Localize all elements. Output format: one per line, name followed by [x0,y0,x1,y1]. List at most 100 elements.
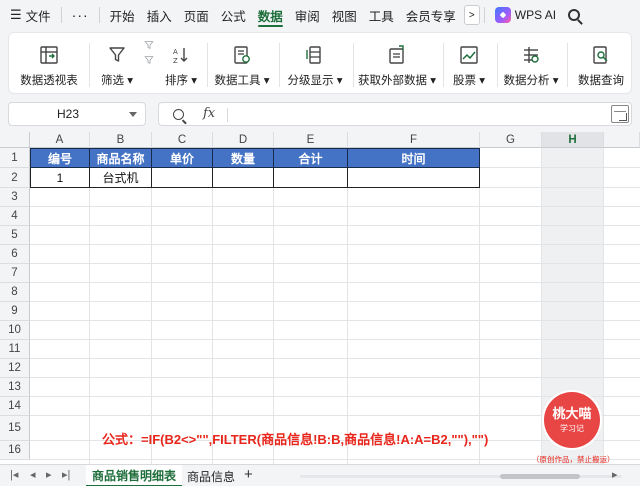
grid-line [30,282,640,283]
column-header-extra[interactable] [604,132,640,148]
sheet-tab-product-info[interactable]: 商品信息 [182,465,240,486]
expand-formula-icon[interactable] [611,105,629,123]
menu-hamburger-icon[interactable]: ☰ [0,0,24,30]
menu-tab-page[interactable]: 页面 [178,0,215,30]
scroll-right-icon[interactable]: ▸ [612,468,618,481]
cell-e2[interactable] [274,168,348,188]
prev-sheet-icon[interactable]: ◂ [30,468,36,481]
column-header-c[interactable]: C [152,132,213,148]
name-box[interactable]: H23 [8,102,146,126]
cell-a2[interactable]: 1 [30,168,90,188]
cell-f2[interactable] [348,168,480,188]
row-header-4[interactable]: 4 [0,207,30,226]
ribbon-separator [207,43,208,87]
last-sheet-icon[interactable]: ▸| [62,468,70,481]
cell-b2[interactable]: 台式机 [90,168,152,188]
row-header-15[interactable]: 15 [0,416,30,441]
menu-more[interactable]: ··· [66,0,95,30]
row-header-9[interactable]: 9 [0,302,30,321]
ribbon-separator [279,43,280,87]
menu-bar: ☰ 文件 ··· 开始 插入 页面 公式 数据 审阅 视图 工具 会员专享 > … [0,0,640,30]
menu-tab-view[interactable]: 视图 [326,0,363,30]
menu-tab-insert[interactable]: 插入 [141,0,178,30]
row-header-13[interactable]: 13 [0,378,30,397]
row-header-11[interactable]: 11 [0,340,30,359]
zoom-search-icon[interactable] [173,109,184,120]
sort-button[interactable]: AZ 排序 ▾ [161,33,201,95]
column-header-h[interactable]: H [542,132,604,148]
grid-line [273,148,274,464]
grid-line [480,167,640,168]
column-header-g[interactable]: G [480,132,542,148]
row-header-1[interactable]: 1 [0,148,30,168]
next-sheet-icon[interactable]: ▸ [46,468,52,481]
search-icon[interactable] [568,9,581,21]
column-header-b[interactable]: B [90,132,152,148]
data-query-icon [591,33,611,67]
external-data-icon [387,33,407,67]
formula-input[interactable]: fx [158,102,632,126]
group-outline-label: 分级显示 ▾ [287,75,343,87]
filter-icon [107,33,127,67]
menu-tab-data[interactable]: 数据 [252,0,289,30]
filter-clear-button[interactable] [139,33,159,95]
menu-tab-member[interactable]: 会员专享 [400,0,462,30]
select-all-corner[interactable] [0,132,30,148]
header-cell-total[interactable]: 合计 [274,148,348,168]
header-cell-quantity[interactable]: 数量 [213,148,274,168]
worksheet[interactable]: A B C D E F G H 1 2 3 4 5 6 7 8 9 10 11 … [0,132,640,464]
row-header-16[interactable]: 16 [0,441,30,460]
row-header-3[interactable]: 3 [0,188,30,207]
horizontal-scrollbar[interactable] [300,472,622,480]
header-cell-id[interactable]: 编号 [30,148,90,168]
header-cell-time[interactable]: 时间 [348,148,480,168]
row-header-5[interactable]: 5 [0,226,30,245]
pivot-table-button[interactable]: 数据透视表 [19,33,79,95]
menu-tab-review[interactable]: 审阅 [289,0,326,30]
menu-tab-formula[interactable]: 公式 [215,0,252,30]
header-cell-product-name[interactable]: 商品名称 [90,148,152,168]
sheet-tab-sales-detail[interactable]: 商品销售明细表 [86,465,182,486]
wps-ai-button[interactable]: WPS AI [489,7,562,23]
svg-text:Z: Z [173,57,178,65]
menu-file[interactable]: 文件 [24,0,57,30]
ribbon-separator [353,43,354,87]
column-header-a[interactable]: A [30,132,90,148]
watermark-badge: 桃大喵 学习记 [544,392,600,448]
group-outline-button[interactable]: 分级显示 ▾ [285,33,345,95]
row-header-7[interactable]: 7 [0,264,30,283]
row-header-12[interactable]: 12 [0,359,30,378]
chevron-down-icon[interactable] [129,112,137,117]
filter-button[interactable]: 筛选 ▾ [95,33,139,95]
get-external-data-button[interactable]: 获取外部数据 ▾ [358,33,436,95]
data-analysis-button[interactable]: 数据分析 ▾ [503,33,559,95]
row-header-14[interactable]: 14 [0,397,30,416]
menu-scroll-right-icon[interactable]: > [463,5,480,25]
external-data-label: 获取外部数据 ▾ [358,75,436,87]
row-header-10[interactable]: 10 [0,321,30,340]
watermark-note: （原创作品，禁止搬运） [532,455,615,464]
cell-c2[interactable] [152,168,213,188]
data-query-button[interactable]: 数据查询 [573,33,629,95]
column-header-d[interactable]: D [213,132,274,148]
data-ribbon: 数据透视表 筛选 ▾ AZ 排序 ▾ 数据工具 ▾ 分级显示 ▾ 获取外部数据 … [8,32,632,94]
stocks-button[interactable]: 股票 ▾ [449,33,489,95]
first-sheet-icon[interactable]: |◂ [10,468,18,481]
data-tools-button[interactable]: 数据工具 ▾ [213,33,271,95]
row-header-2[interactable]: 2 [0,168,30,188]
row-header-6[interactable]: 6 [0,245,30,264]
column-header-f[interactable]: F [348,132,480,148]
column-header-e[interactable]: E [274,132,348,148]
add-sheet-button[interactable]: + [244,466,253,483]
scrollbar-thumb[interactable] [500,474,580,479]
row-header-8[interactable]: 8 [0,283,30,302]
grid-line [212,148,213,464]
menu-tab-tools[interactable]: 工具 [363,0,400,30]
data-analysis-label: 数据分析 ▾ [503,75,559,87]
grid-line [603,148,604,464]
spreadsheet-app: ☰ 文件 ··· 开始 插入 页面 公式 数据 审阅 视图 工具 会员专享 > … [0,0,640,486]
cell-d2[interactable] [213,168,274,188]
header-cell-unit-price[interactable]: 单价 [152,148,213,168]
menu-tab-home[interactable]: 开始 [104,0,141,30]
function-icon[interactable]: fx [203,106,215,121]
